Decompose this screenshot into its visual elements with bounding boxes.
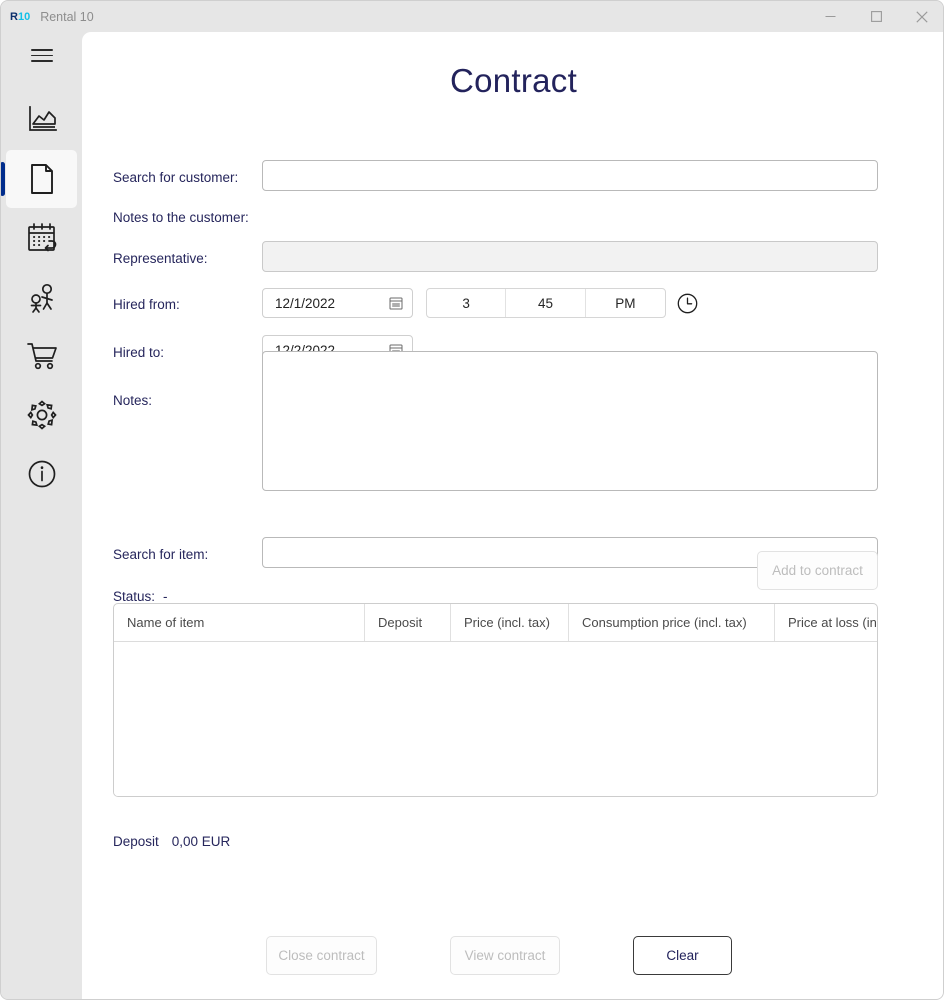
- sidebar-item-about[interactable]: [6, 445, 77, 503]
- deposit-total-label: Deposit: [113, 834, 159, 849]
- minimize-icon: [825, 15, 835, 18]
- app-logo-letter: R: [10, 10, 18, 23]
- window-controls: [807, 1, 943, 32]
- app-window: R10 Rental 10 Contract Search for custom…: [0, 0, 944, 1000]
- calendar-return-icon: [27, 223, 56, 252]
- sidebar-item-items[interactable]: [6, 327, 77, 385]
- info-icon: [28, 460, 55, 488]
- people-icon: [30, 283, 53, 313]
- page-title: Contract: [449, 62, 578, 99]
- gear-icon: [26, 400, 57, 430]
- table-column-name-of-item[interactable]: Name of item: [114, 604, 365, 641]
- hamburger-menu-icon: [30, 45, 53, 65]
- sidebar-item-contract[interactable]: [1, 150, 77, 208]
- hired-from-label: Hired from:: [113, 297, 180, 312]
- shopping-cart-icon: [26, 343, 57, 370]
- add-to-contract-button[interactable]: Add to contract: [757, 551, 878, 590]
- app-logo: R10: [10, 11, 30, 23]
- app-title: Rental 10: [40, 9, 94, 24]
- maximize-icon: [870, 11, 882, 22]
- document-icon: [30, 164, 53, 194]
- deposit-total-row: Deposit 0,00 EUR: [113, 834, 230, 849]
- table-header-row: Name of item Deposit Price (incl. tax) C…: [114, 604, 877, 642]
- notes-textarea[interactable]: [262, 351, 878, 491]
- sidebar-item-returns[interactable]: [6, 209, 77, 267]
- notes-to-customer-label: Notes to the customer:: [113, 210, 249, 225]
- close-button[interactable]: [899, 1, 943, 32]
- items-table: Name of item Deposit Price (incl. tax) C…: [113, 603, 878, 797]
- content-panel: Contract Search for customer: Notes to t…: [82, 32, 943, 999]
- sidebar-item-customers[interactable]: [6, 268, 77, 326]
- chart-icon: [28, 106, 57, 131]
- close-icon: [916, 10, 928, 23]
- hired-from-date-picker[interactable]: 12/1/2022: [262, 288, 413, 318]
- table-column-deposit[interactable]: Deposit: [365, 604, 451, 641]
- hired-from-date-value: 12/1/2022: [275, 295, 336, 311]
- minimize-button[interactable]: [807, 1, 853, 32]
- representative-label: Representative:: [113, 251, 208, 266]
- maximize-button[interactable]: [853, 1, 899, 32]
- view-contract-button[interactable]: View contract: [450, 936, 560, 975]
- sidebar: [1, 32, 82, 999]
- clear-button[interactable]: Clear: [633, 936, 732, 975]
- search-customer-input[interactable]: [262, 160, 878, 191]
- hired-to-label: Hired to:: [113, 345, 165, 360]
- hired-from-time-picker[interactable]: 3 45 PM: [426, 288, 666, 318]
- clock-icon[interactable]: [677, 293, 698, 314]
- app-logo-number: 10: [17, 10, 31, 23]
- search-customer-label: Search for customer:: [113, 170, 239, 185]
- search-item-label: Search for item:: [113, 547, 209, 562]
- representative-input[interactable]: [262, 241, 878, 272]
- sidebar-nav: [1, 91, 82, 503]
- table-column-consumption-price[interactable]: Consumption price (incl. tax): [569, 604, 775, 641]
- table-body: [114, 642, 877, 796]
- time-minute-segment[interactable]: 45: [506, 289, 586, 317]
- sidebar-item-settings[interactable]: [6, 386, 77, 444]
- hamburger-menu-button[interactable]: [1, 32, 82, 79]
- time-hour-segment[interactable]: 3: [427, 289, 507, 317]
- close-contract-button[interactable]: Close contract: [266, 936, 377, 975]
- title-bar: R10 Rental 10: [1, 1, 943, 32]
- sidebar-item-statistics[interactable]: [6, 91, 77, 149]
- calendar-icon: [389, 296, 412, 310]
- status-value: -: [163, 589, 168, 604]
- notes-label: Notes:: [113, 393, 153, 408]
- deposit-total-value: 0,00 EUR: [171, 834, 231, 849]
- table-column-price[interactable]: Price (incl. tax): [451, 604, 569, 641]
- status-label: Status:: [113, 589, 156, 604]
- table-column-price-at-loss[interactable]: Price at loss (incl. t: [775, 604, 877, 641]
- time-meridiem-segment[interactable]: PM: [586, 289, 665, 317]
